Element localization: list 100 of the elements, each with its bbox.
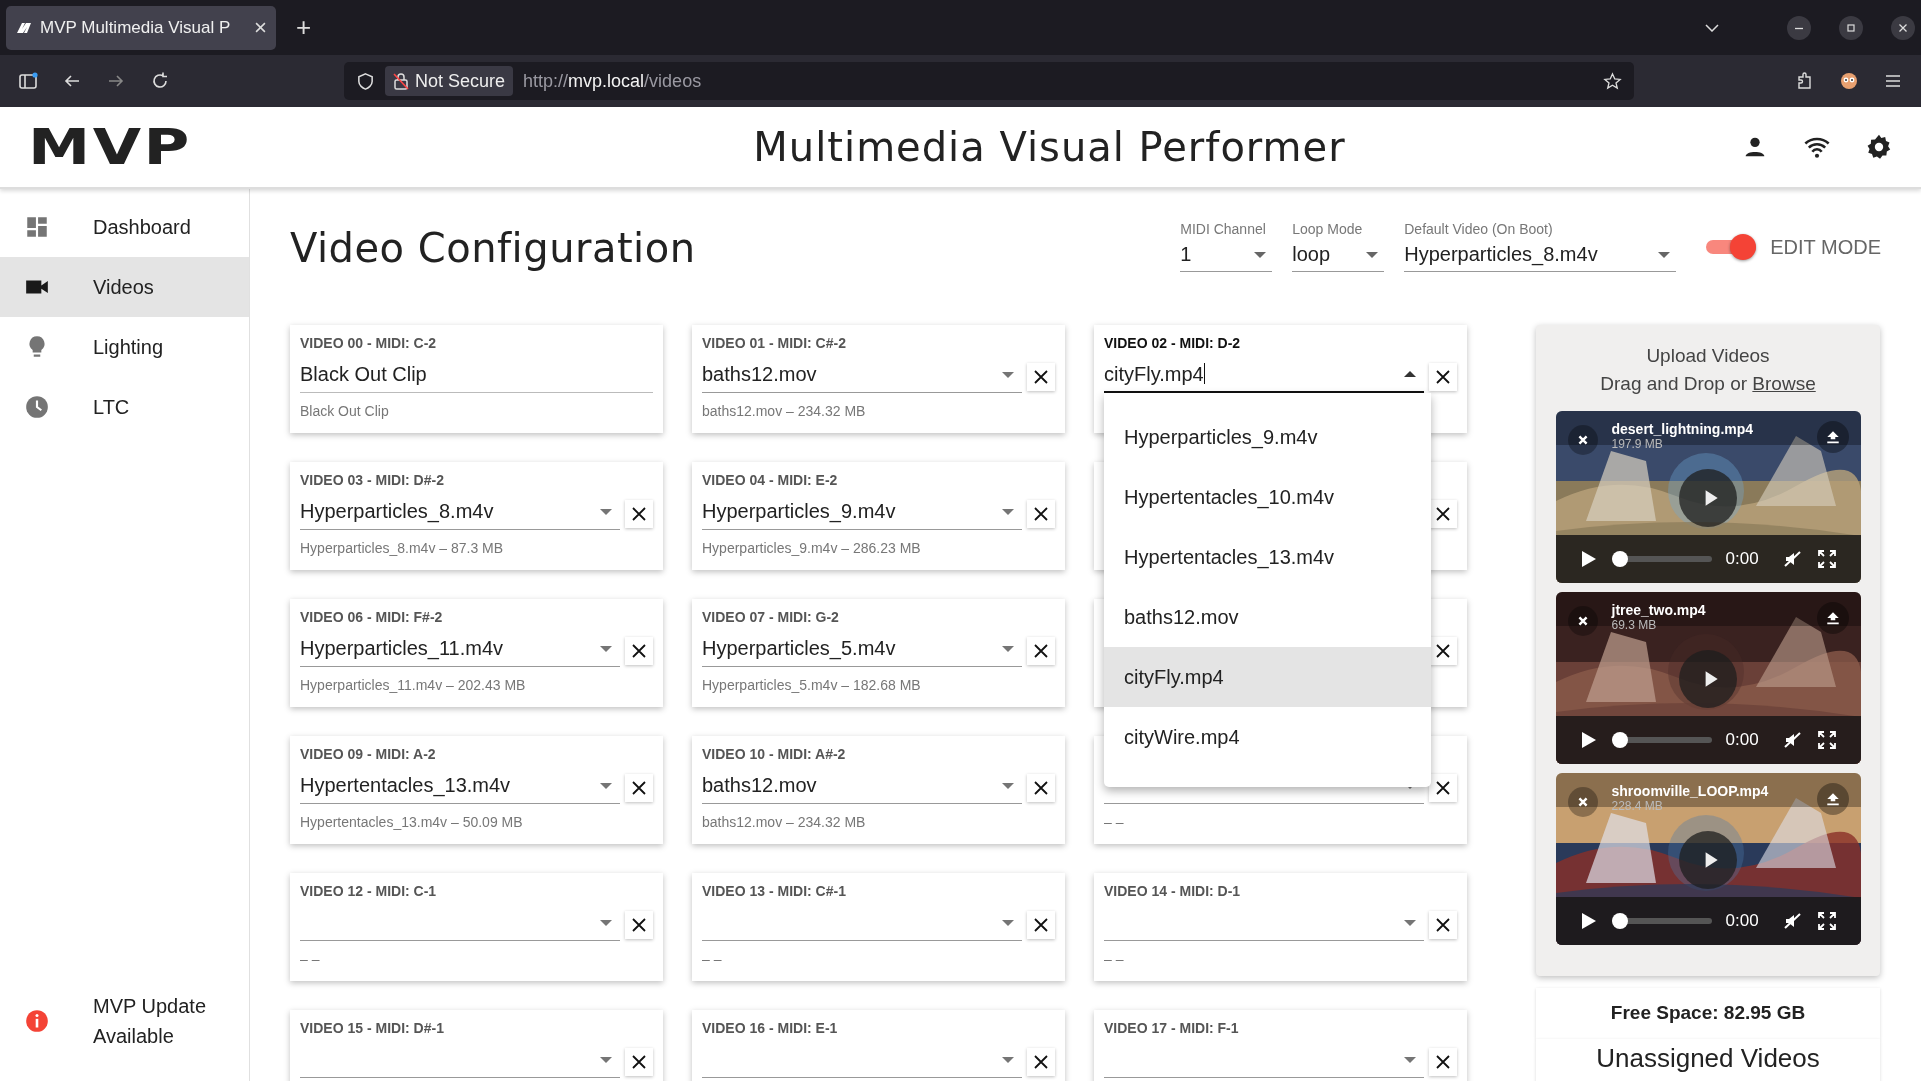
upload-title: Upload Videos <box>1646 345 1770 367</box>
caret-icon <box>1366 251 1379 258</box>
select-field[interactable]: baths12.mov <box>702 357 1022 393</box>
upload-button[interactable] <box>1816 783 1849 815</box>
fullscreen-icon[interactable] <box>1816 911 1837 931</box>
card-title: VIDEO 07 - MIDI: G-2 <box>702 609 840 625</box>
fullscreen-icon[interactable] <box>1816 730 1837 750</box>
mute-icon[interactable] <box>1782 730 1803 750</box>
clear-button[interactable] <box>1027 363 1055 391</box>
upload-button[interactable] <box>1816 602 1849 634</box>
caret-down-icon <box>600 1056 612 1063</box>
close-icon <box>1034 1055 1048 1069</box>
dropdown-option[interactable]: cityWire.mp4 <box>1104 707 1431 767</box>
dropdown-option[interactable]: baths12.mov <box>1104 587 1431 647</box>
close-icon <box>1034 507 1048 521</box>
close-icon[interactable] <box>255 22 266 33</box>
card-title: VIDEO 00 - MIDI: C-2 <box>300 335 438 351</box>
select-field[interactable]: baths12.mov <box>702 768 1022 804</box>
dropdown-option[interactable]: Hypertentacles_13.m4v <box>1104 527 1431 587</box>
clear-button[interactable] <box>625 774 653 802</box>
clear-button[interactable] <box>625 637 653 665</box>
close-icon <box>632 781 646 795</box>
logo: MVP <box>28 122 193 172</box>
upload-icon <box>1824 610 1841 626</box>
card-title: VIDEO 10 - MIDI: A#-2 <box>702 746 847 762</box>
file-name: jtree_two.mp4 <box>1611 602 1706 618</box>
clear-button[interactable] <box>1429 363 1457 391</box>
helper-text: – – <box>702 951 723 967</box>
close-icon <box>1436 370 1450 384</box>
card-title: VIDEO 09 - MIDI: A-2 <box>300 746 437 762</box>
update-notice[interactable]: MVP Update Available <box>0 981 249 1061</box>
clear-button[interactable] <box>1429 911 1457 939</box>
select-field[interactable]: Loop Mode loop <box>1292 221 1385 272</box>
upload-hint: Drag and Drop or <box>1600 373 1748 394</box>
select-field[interactable]: Hyperparticles_11.m4v <box>300 631 620 667</box>
settings-icon[interactable] <box>1865 133 1893 161</box>
reload-icon[interactable] <box>150 71 170 91</box>
dropdown-option[interactable]: Hypertentacles_10.m4v <box>1104 467 1431 527</box>
shield-icon[interactable] <box>356 71 375 91</box>
mute-icon[interactable] <box>1782 549 1803 569</box>
seek-slider[interactable] <box>1611 732 1712 748</box>
close-icon <box>632 1055 646 1069</box>
sidebar-item[interactable]: Videos <box>0 257 249 317</box>
toggle-switch[interactable] <box>1706 233 1757 261</box>
avatar-icon[interactable] <box>1839 71 1859 91</box>
clear-button[interactable] <box>1429 500 1457 528</box>
clear-button[interactable] <box>1027 1048 1055 1076</box>
input-field[interactable]: Black Out Clip <box>300 357 653 393</box>
close-icon[interactable] <box>1891 15 1915 40</box>
select-field[interactable]: Hyperparticles_5.m4v <box>702 631 1022 667</box>
select-field[interactable]: Hyperparticles_8.m4v <box>300 494 620 530</box>
card-title: VIDEO 12 - MIDI: C-1 <box>300 883 438 899</box>
clear-button[interactable] <box>1027 911 1055 939</box>
clear-button[interactable] <box>1429 774 1457 802</box>
clear-button[interactable] <box>1027 637 1055 665</box>
file-name: desert_lightning.mp4 <box>1611 421 1754 437</box>
seek-slider[interactable] <box>1611 913 1712 929</box>
remove-button[interactable] <box>1567 787 1598 817</box>
remove-button[interactable] <box>1567 425 1598 455</box>
close-icon <box>1436 644 1450 658</box>
clear-button[interactable] <box>1429 637 1457 665</box>
not-secure-badge[interactable]: Not Secure <box>385 66 514 96</box>
clear-button[interactable] <box>1027 774 1055 802</box>
lock-icon <box>393 72 409 90</box>
clear-button[interactable] <box>1027 500 1055 528</box>
browser-tab[interactable]: MVP Multimedia Visual P <box>6 5 276 50</box>
browse-link[interactable]: Browse <box>1752 373 1816 394</box>
sidebar-item[interactable]: LTC <box>0 377 249 437</box>
clear-button[interactable] <box>625 1048 653 1076</box>
fullscreen-icon[interactable] <box>1816 549 1837 569</box>
sidebar-item[interactable]: Dashboard <box>0 197 249 257</box>
caret-down-icon <box>600 919 612 926</box>
page-title: Video Configuration <box>290 224 696 271</box>
helper-text: Black Out Clip <box>300 403 390 419</box>
mute-icon[interactable] <box>1782 911 1803 931</box>
close-icon <box>1034 918 1048 932</box>
dropdown-option[interactable]: cityFly.mp4 <box>1104 647 1431 707</box>
remove-button[interactable] <box>1567 606 1598 636</box>
new-tab-button[interactable]: + <box>286 12 322 43</box>
helper-text: – – <box>300 951 321 967</box>
upload-button[interactable] <box>1816 421 1849 453</box>
close-icon <box>1034 370 1048 384</box>
sidebar-icon[interactable] <box>18 71 38 91</box>
address-bar[interactable]: Not Secure http://mvp.local/videos <box>344 62 1634 100</box>
select-field[interactable]: MIDI Channel 1 <box>1180 221 1273 272</box>
chevron-down-icon[interactable] <box>1705 23 1719 32</box>
select-field[interactable]: Hyperparticles_9.m4v <box>702 494 1022 530</box>
star-icon[interactable] <box>1603 71 1622 91</box>
caret-down-icon <box>1404 919 1416 926</box>
seek-slider[interactable] <box>1611 551 1712 567</box>
dropdown-option[interactable]: Hyperparticles_9.m4v <box>1104 407 1431 467</box>
clear-button[interactable] <box>1429 1048 1457 1076</box>
clear-button[interactable] <box>625 500 653 528</box>
close-icon <box>1576 796 1589 808</box>
clear-button[interactable] <box>625 911 653 939</box>
select-field[interactable]: Default Video (On Boot) Hyperparticles_8.m4v <box>1404 221 1677 272</box>
sidebar-item[interactable]: Lighting <box>0 317 249 377</box>
maximize-icon[interactable] <box>1839 15 1863 40</box>
caret-icon <box>1254 251 1267 258</box>
select-field[interactable]: Hypertentacles_13.m4v <box>300 768 620 804</box>
